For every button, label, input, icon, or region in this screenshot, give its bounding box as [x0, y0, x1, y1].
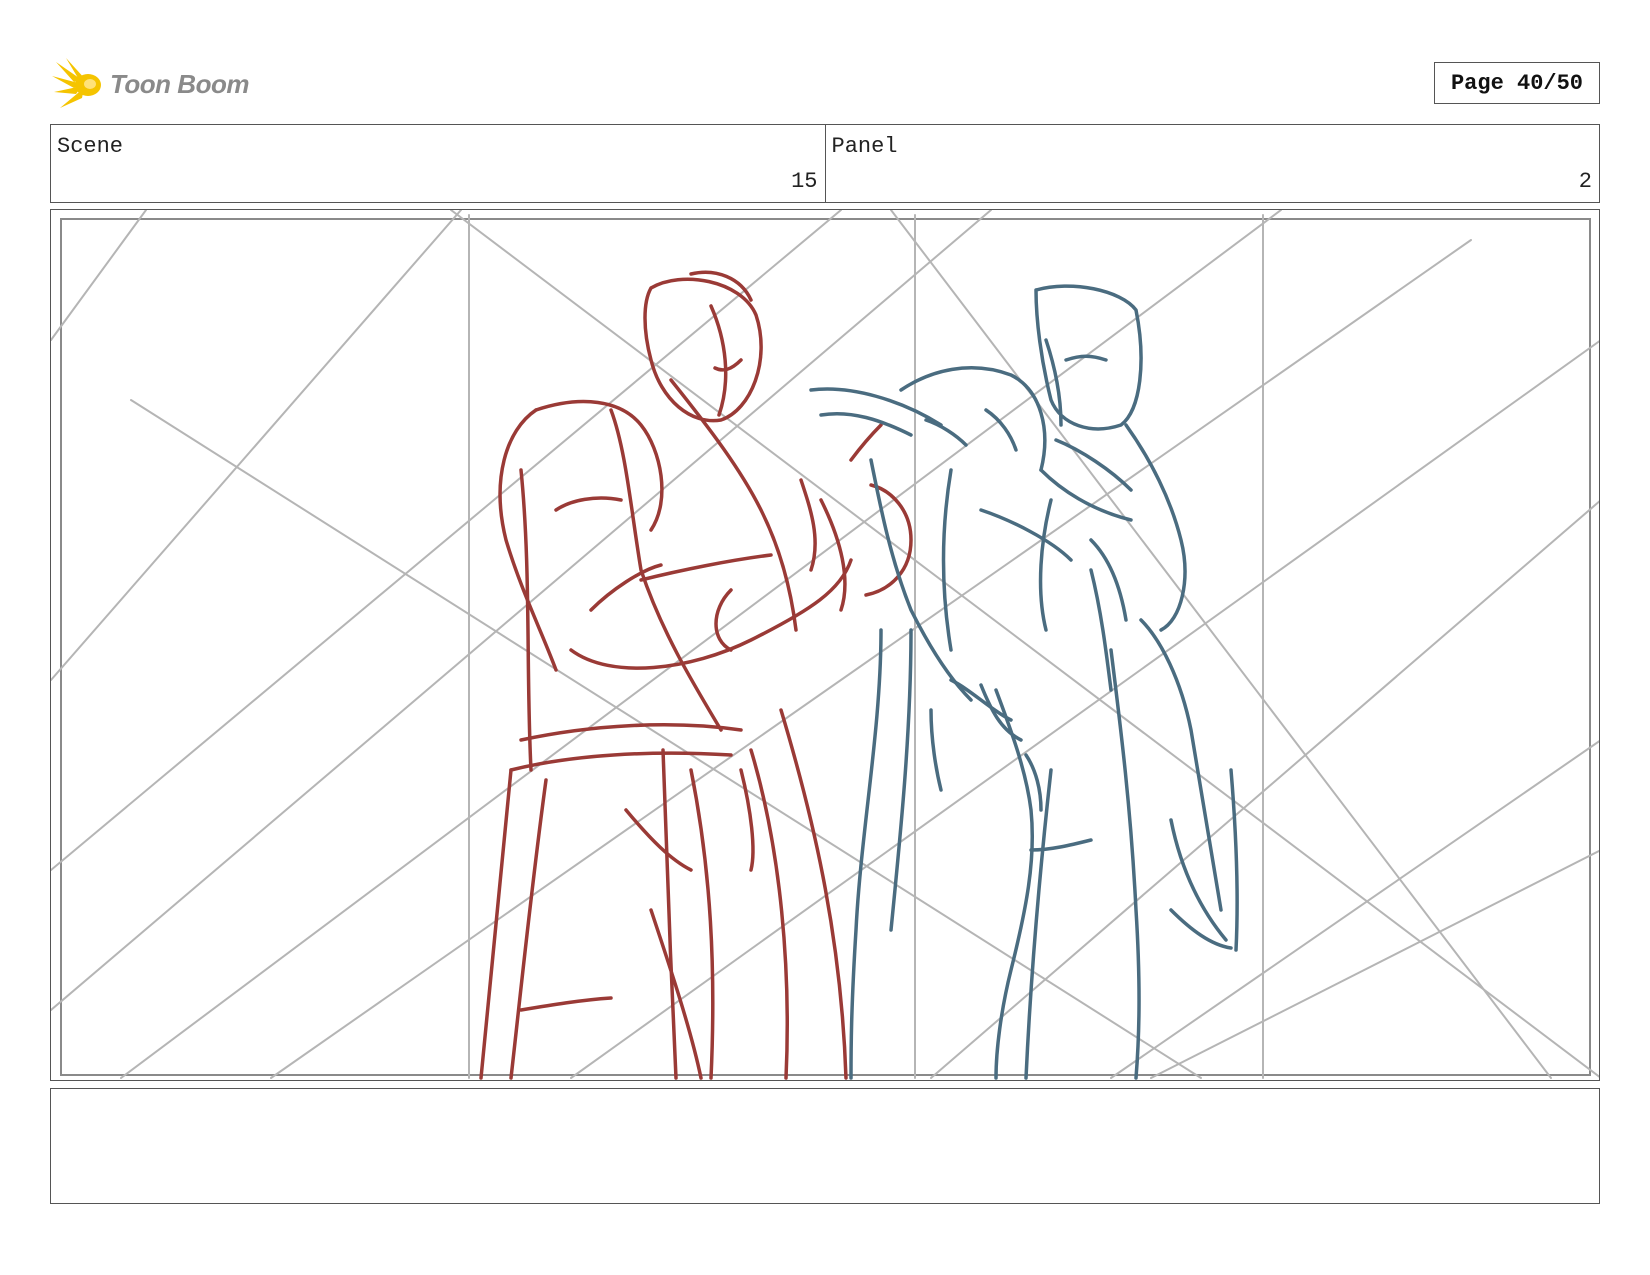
panel-label: Panel [831, 134, 898, 159]
scene-label: Scene [57, 134, 124, 159]
storyboard-panel [50, 209, 1600, 1081]
scene-number: 15 [791, 169, 818, 194]
panel-number: 2 [1578, 169, 1592, 194]
panel-notes-box [50, 1088, 1600, 1204]
logo-text: Toon Boom [110, 68, 249, 99]
safe-frame [60, 218, 1591, 1076]
scene-panel-header: Scene 15 Panel 2 [50, 124, 1600, 203]
page-indicator: Page 40/50 [1434, 62, 1600, 104]
burst-icon [52, 58, 101, 108]
right-figure-sketch [809, 284, 1239, 1080]
panel-sketch [51, 210, 1599, 1080]
perspective-guides [51, 210, 1599, 1079]
panel-cell: Panel 2 [824, 125, 1600, 202]
toon-boom-logo: Toon Boom [52, 56, 249, 112]
scene-cell: Scene 15 [51, 125, 825, 202]
